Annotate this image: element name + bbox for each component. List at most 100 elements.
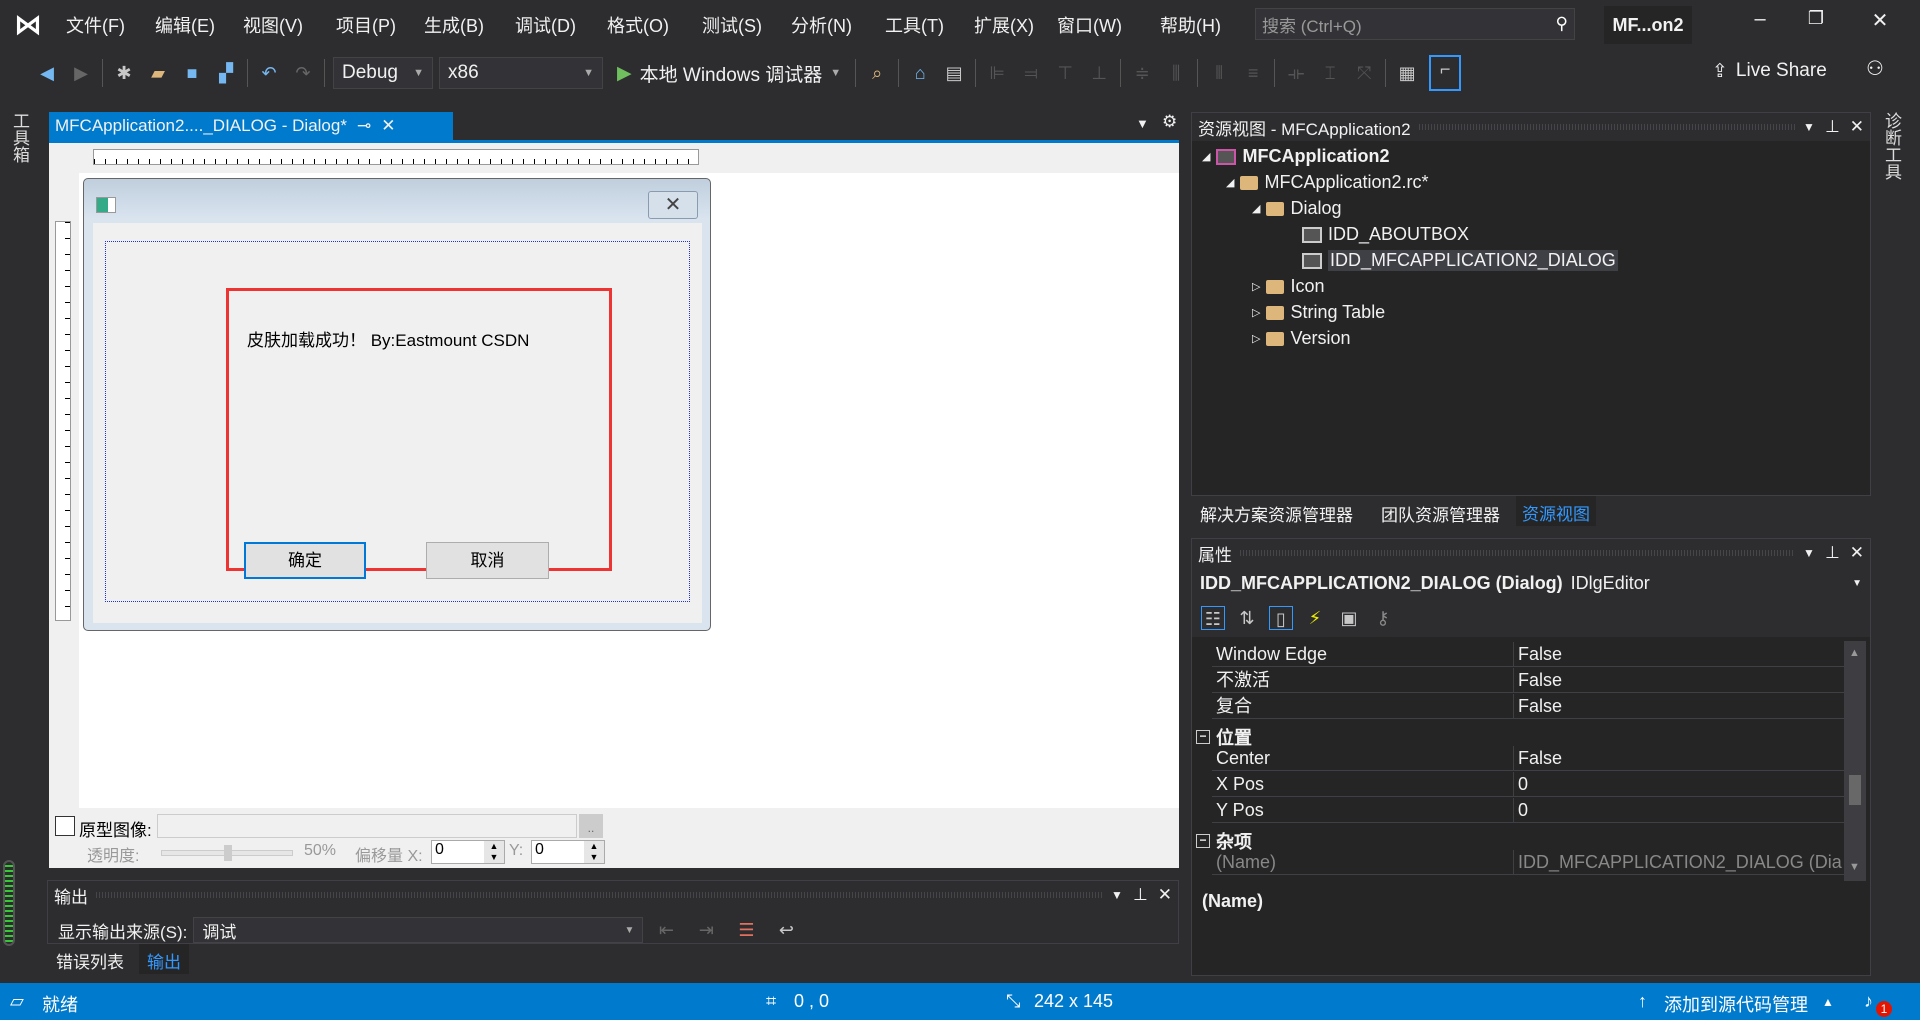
property-value[interactable]: 0	[1514, 772, 1528, 796]
offset-x-spinner[interactable]: 0 ▲ ▼	[431, 840, 505, 864]
align-bottom-icon[interactable]: ⊥	[1087, 61, 1111, 85]
pin-icon[interactable]: ⊥	[1825, 543, 1840, 563]
tab-output[interactable]: 输出	[139, 944, 189, 974]
tree-item-main-dialog[interactable]: IDD_MFCAPPLICATION2_DIALOG	[1302, 250, 1618, 271]
collapse-icon[interactable]: −	[1196, 730, 1210, 744]
spinner-arrows-icon[interactable]: ▲ ▼	[584, 841, 604, 863]
redo-icon[interactable]: ↷	[291, 61, 315, 85]
diagnostics-tab[interactable]: 诊断工具	[1882, 112, 1904, 180]
dropdown-icon[interactable]: ▼	[1803, 120, 1815, 134]
horizontal-ruler[interactable]	[93, 149, 699, 165]
chevron-up-icon[interactable]: ▲	[1822, 995, 1834, 1009]
menu-project[interactable]: 项目(P)	[336, 12, 396, 38]
offset-y-spinner[interactable]: 0 ▲ ▼	[531, 840, 605, 864]
events-icon[interactable]: ⚡	[1303, 606, 1327, 630]
forward-icon[interactable]: ▶	[69, 61, 93, 85]
new-project-icon[interactable]: ✱	[112, 61, 136, 85]
property-value[interactable]: 0	[1514, 798, 1528, 822]
vertical-ruler[interactable]	[55, 221, 71, 621]
collapsed-arrow-icon[interactable]: ▷	[1252, 280, 1260, 293]
properties-scrollbar[interactable]: ▲ ▼	[1844, 641, 1866, 881]
undo-icon[interactable]: ↶	[257, 61, 281, 85]
expanded-arrow-icon[interactable]: ◢	[1252, 202, 1260, 215]
menu-help[interactable]: 帮助(H)	[1160, 12, 1221, 38]
menu-tools[interactable]: 工具(T)	[885, 12, 944, 38]
close-window-button[interactable]: ✕	[1860, 8, 1900, 33]
tab-error-list[interactable]: 错误列表	[56, 948, 124, 973]
dialog-close-button[interactable]: ✕	[648, 191, 698, 219]
ok-button[interactable]: 确定	[244, 542, 366, 579]
collapsed-arrow-icon[interactable]: ▷	[1252, 306, 1260, 319]
property-value[interactable]: False	[1514, 642, 1562, 666]
align-top-icon[interactable]: ⊤	[1053, 61, 1077, 85]
pin-icon[interactable]: ⊥	[1825, 117, 1840, 137]
live-share-button[interactable]: ⇪ Live Share	[1712, 60, 1827, 83]
property-value[interactable]: False	[1514, 668, 1562, 692]
dialog-editor-canvas[interactable]: ✕ 皮肤加载成功！ By:Eastmount CSDN 确定 取消	[49, 143, 1179, 808]
pin-icon[interactable]: ⊸	[357, 116, 371, 136]
goto-previous-icon[interactable]: ⇤	[654, 918, 678, 942]
property-row[interactable]: Center False	[1212, 746, 1844, 771]
goto-next-icon[interactable]: ⇥	[694, 918, 718, 942]
back-icon[interactable]: ◀	[35, 61, 59, 85]
property-row[interactable]: Y Pos 0	[1212, 798, 1844, 823]
properties-icon[interactable]: ▯	[1269, 606, 1293, 630]
overrides-icon[interactable]: ⚷	[1371, 606, 1395, 630]
menu-edit[interactable]: 编辑(E)	[155, 12, 215, 38]
collapsed-arrow-icon[interactable]: ▷	[1252, 332, 1260, 345]
dropdown-icon[interactable]: ▼	[1803, 546, 1815, 560]
messages-icon[interactable]: ▣	[1337, 606, 1361, 630]
property-value[interactable]: False	[1514, 746, 1562, 770]
center-vertical-icon[interactable]: ≑	[1130, 61, 1154, 85]
spinner-arrows-icon[interactable]: ▲ ▼	[484, 841, 504, 863]
tab-dialog-editor[interactable]: MFCApplication2...._DIALOG - Dialog* ⊸ ✕	[49, 112, 453, 140]
space-down-icon[interactable]: ≡	[1241, 61, 1265, 85]
tab-resource-view[interactable]: 资源视图	[1516, 496, 1596, 526]
property-value[interactable]: False	[1514, 694, 1562, 718]
pin-icon[interactable]: ⊥	[1133, 885, 1148, 905]
tab-solution-explorer[interactable]: 解决方案资源管理器	[1200, 501, 1353, 526]
menu-view[interactable]: 视图(V)	[243, 12, 303, 38]
property-row[interactable]: 不激活 False	[1212, 668, 1844, 693]
close-tab-icon[interactable]: ✕	[381, 116, 395, 136]
same-width-icon[interactable]: ⟛	[1284, 61, 1308, 85]
save-all-icon[interactable]: ▞	[214, 61, 238, 85]
static-text-label[interactable]: 皮肤加载成功！ By:Eastmount CSDN	[247, 326, 529, 351]
menu-test[interactable]: 测试(S)	[702, 12, 762, 38]
expanded-arrow-icon[interactable]: ◢	[1226, 176, 1234, 189]
tree-item-version[interactable]: ▷ Version	[1252, 328, 1351, 349]
same-size-icon[interactable]: ⤧	[1352, 61, 1376, 85]
word-wrap-icon[interactable]: ↩	[774, 918, 798, 942]
align-left-icon[interactable]: ⊫	[985, 61, 1009, 85]
toolbox-tab[interactable]: 工具箱	[10, 112, 32, 163]
run-debugger-button[interactable]: ▶ 本地 Windows 调试器 ▼	[617, 60, 841, 87]
menu-window[interactable]: 窗口(W)	[1057, 12, 1122, 38]
tree-item-dialog[interactable]: ◢ Dialog	[1252, 198, 1342, 219]
same-height-icon[interactable]: ⌶	[1318, 61, 1342, 85]
tree-item-rc[interactable]: ◢ MFCApplication2.rc*	[1226, 172, 1429, 193]
object-selector[interactable]: IDD_MFCAPPLICATION2_DIALOG (Dialog) IDlgE…	[1192, 567, 1870, 599]
dropdown-icon[interactable]: ▼	[1111, 888, 1123, 902]
scroll-down-icon[interactable]: ▼	[1849, 861, 1860, 873]
opacity-slider[interactable]	[161, 845, 293, 861]
tree-item-project[interactable]: ◢ MFCApplication2	[1202, 146, 1389, 167]
center-horizontal-icon[interactable]: ⫼	[1164, 61, 1188, 85]
find-in-files-icon[interactable]: ⌕	[865, 61, 889, 85]
property-row[interactable]: 复合 False	[1212, 694, 1844, 719]
dialog-frame[interactable]: ✕ 皮肤加载成功！ By:Eastmount CSDN 确定 取消	[83, 178, 711, 631]
opacity-slider-thumb[interactable]	[224, 845, 232, 861]
browse-button[interactable]: ..	[579, 814, 603, 838]
property-value[interactable]: IDD_MFCAPPLICATION2_DIALOG (Dia	[1514, 850, 1842, 874]
space-across-icon[interactable]: ⫴	[1207, 61, 1231, 85]
close-icon[interactable]: ✕	[1850, 543, 1864, 563]
test-dialog-icon[interactable]: ▤	[942, 61, 966, 85]
home-dialog-icon[interactable]: ⌂	[908, 61, 932, 85]
feedback-icon[interactable]: ⚇	[1866, 56, 1884, 81]
config-dropdown[interactable]: Debug ▼	[333, 57, 433, 89]
tab-overflow-icon[interactable]: ▼	[1136, 116, 1149, 131]
cancel-button[interactable]: 取消	[426, 542, 549, 579]
menu-analyze[interactable]: 分析(N)	[791, 12, 852, 38]
clear-all-icon[interactable]: ☰	[734, 918, 758, 942]
property-row[interactable]: (Name) IDD_MFCAPPLICATION2_DIALOG (Dia	[1212, 850, 1844, 875]
tab-team-explorer[interactable]: 团队资源管理器	[1381, 501, 1500, 526]
